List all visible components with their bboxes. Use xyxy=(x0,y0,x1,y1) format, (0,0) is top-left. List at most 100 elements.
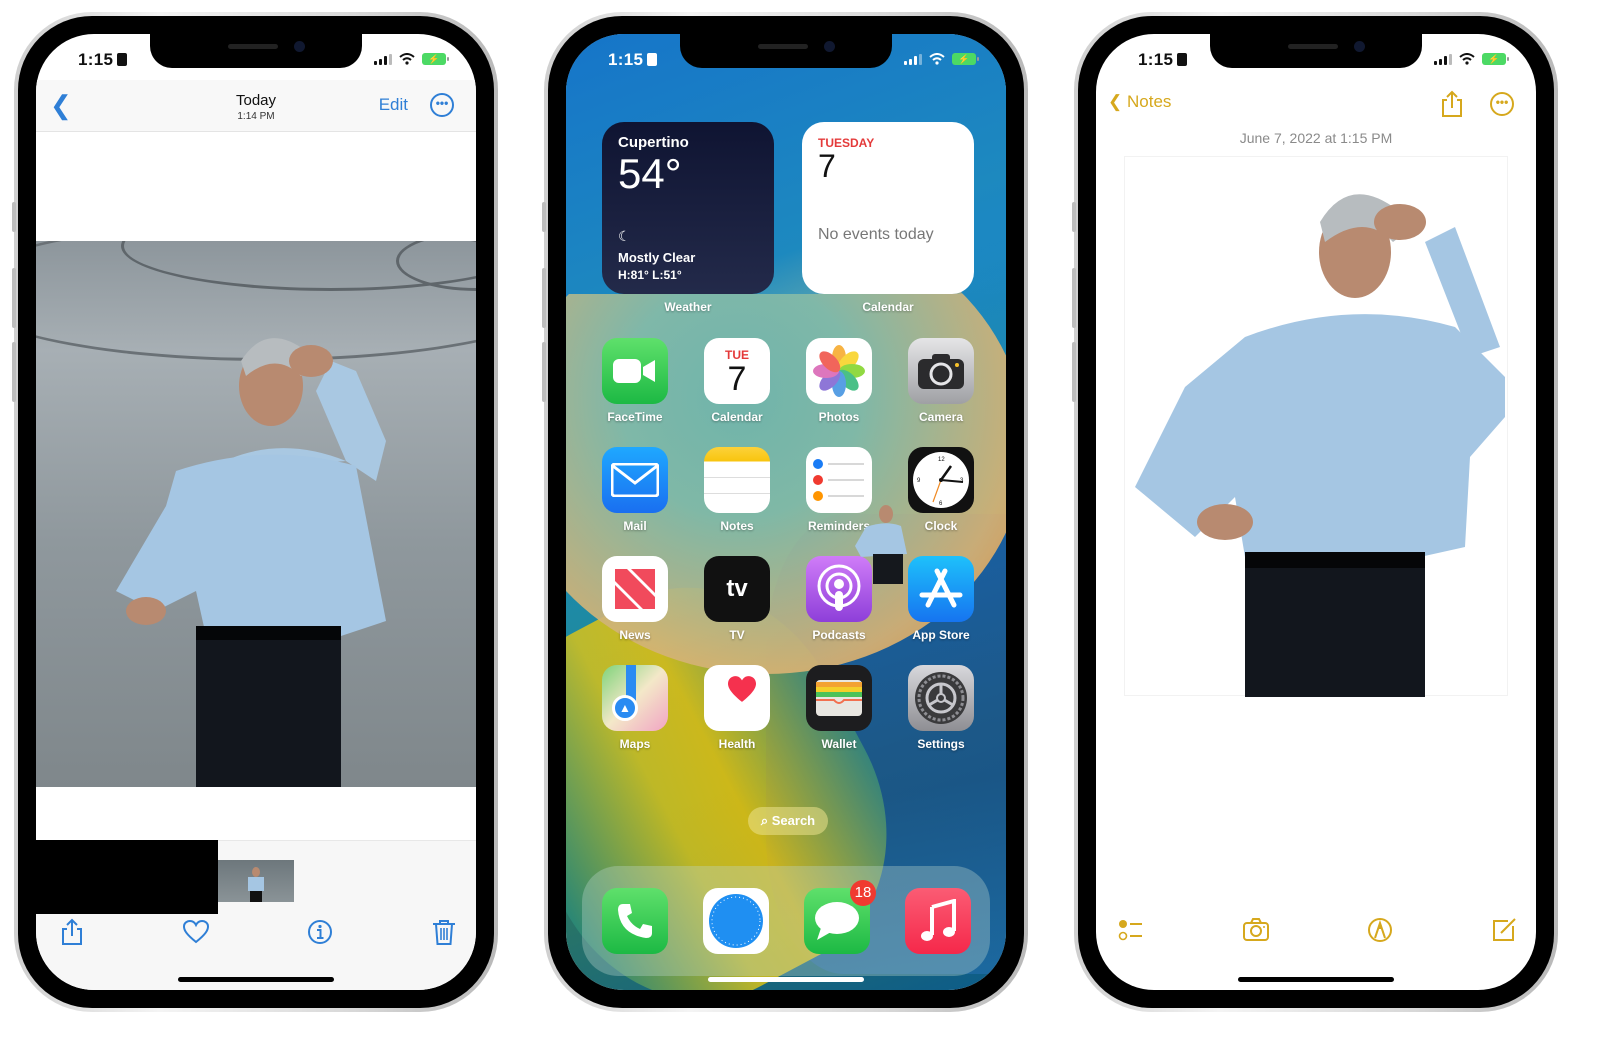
home-indicator[interactable] xyxy=(178,977,334,982)
app-podcasts[interactable]: Podcasts xyxy=(806,556,872,642)
volume-up-button xyxy=(12,268,16,328)
markup-pen-icon[interactable] xyxy=(1366,916,1394,944)
iphone-notes: 1:15 ⚡ ❮ Notes ••• June 7, 2022 at 1:15 … xyxy=(1072,12,1558,1012)
calendar-events: No events today xyxy=(818,226,934,243)
nav-title: Today xyxy=(235,92,277,109)
notch xyxy=(680,34,892,68)
wifi-icon xyxy=(929,53,945,65)
signal-icon xyxy=(1434,53,1452,65)
app-news[interactable]: News xyxy=(602,556,668,642)
wallet-icon xyxy=(806,665,872,731)
facetime-icon xyxy=(602,338,668,404)
app-wallet[interactable]: Wallet xyxy=(806,665,872,751)
trash-icon[interactable] xyxy=(430,918,458,946)
music-note-icon xyxy=(905,888,971,954)
signal-icon xyxy=(904,53,922,65)
widget-label-weather: Weather xyxy=(664,300,712,314)
widget-label-calendar: Calendar xyxy=(862,300,914,314)
notch xyxy=(150,34,362,68)
volume-up-button xyxy=(1072,268,1076,328)
ellipsis-circle-icon[interactable]: ••• xyxy=(430,93,454,117)
news-icon xyxy=(602,556,668,622)
svg-text:12: 12 xyxy=(938,457,945,463)
apple-tv-icon: tv xyxy=(704,556,770,622)
redacted-region xyxy=(36,840,218,914)
app-maps[interactable]: ▲ Maps xyxy=(602,665,668,751)
share-icon[interactable] xyxy=(1440,90,1464,118)
search-icon: ⌕ xyxy=(760,813,769,828)
camera-icon xyxy=(908,338,974,404)
camera-icon[interactable] xyxy=(1242,916,1270,944)
dock-app-messages[interactable]: 18 xyxy=(804,880,876,954)
share-icon[interactable] xyxy=(58,918,86,946)
photos-icon xyxy=(806,338,872,404)
app-health[interactable]: Health xyxy=(704,665,770,751)
settings-gear-icon xyxy=(908,665,974,731)
volume-down-button xyxy=(1072,342,1076,402)
maps-icon: ▲ xyxy=(602,665,668,731)
app-photos[interactable]: Photos xyxy=(806,338,872,424)
heart-icon[interactable] xyxy=(182,918,210,946)
navigation-bar: ❮ Today 1:14 PM Edit ••• xyxy=(36,80,476,132)
wifi-icon xyxy=(399,53,415,65)
app-mail[interactable]: Mail xyxy=(602,447,668,533)
notes-icon xyxy=(704,447,770,513)
person-figure xyxy=(1135,194,1505,697)
iphone-home-screen: 1:15 ⚡ Cupertino 54° ☾ Mostly Clear H:81… xyxy=(542,12,1028,1012)
iphone-photos: 1:15 ⚡ ❮ Today 1:14 PM Edit ••• xyxy=(12,12,498,1012)
volume-down-button xyxy=(542,342,546,402)
dock: 18 xyxy=(582,866,990,976)
status-time: 1:15 xyxy=(1138,50,1188,70)
podcasts-icon xyxy=(806,556,872,622)
focus-badge-icon xyxy=(1177,53,1188,66)
focus-badge-icon xyxy=(117,53,128,66)
battery-charging-icon: ⚡ xyxy=(1482,53,1509,65)
edit-button[interactable]: Edit xyxy=(379,95,408,115)
app-camera[interactable]: Camera xyxy=(908,338,974,424)
app-app-store[interactable]: App Store xyxy=(908,556,974,642)
notch xyxy=(1210,34,1422,68)
side-button xyxy=(12,202,16,232)
status-icons: ⚡ xyxy=(1434,53,1509,65)
clock-icon: 12 3 6 9 xyxy=(908,447,974,513)
app-store-icon xyxy=(908,556,974,622)
pasted-subject-image[interactable] xyxy=(1124,156,1508,697)
focus-badge-icon xyxy=(647,53,658,66)
status-time: 1:15 xyxy=(78,50,128,70)
info-icon[interactable] xyxy=(306,918,334,946)
dock-app-music[interactable] xyxy=(905,888,971,954)
notes-screen: 1:15 ⚡ ❮ Notes ••• June 7, 2022 at 1:15 … xyxy=(1096,34,1536,990)
app-notes[interactable]: Notes xyxy=(704,447,770,533)
photos-screen: 1:15 ⚡ ❮ Today 1:14 PM Edit ••• xyxy=(36,34,476,990)
compose-icon[interactable] xyxy=(1490,916,1518,944)
ellipsis-circle-icon[interactable]: ••• xyxy=(1490,92,1514,116)
home-indicator[interactable] xyxy=(708,977,864,982)
weather-city: Cupertino xyxy=(618,134,689,151)
volume-up-button xyxy=(542,268,546,328)
dock-app-safari[interactable] xyxy=(703,888,769,954)
app-calendar[interactable]: TUE 7 Calendar xyxy=(704,338,770,424)
home-indicator[interactable] xyxy=(1238,977,1394,982)
bezel: 1:15 ⚡ ❮ Notes ••• June 7, 2022 at 1:15 … xyxy=(1078,16,1554,1008)
app-facetime[interactable]: FaceTime xyxy=(602,338,668,424)
bezel: 1:15 ⚡ Cupertino 54° ☾ Mostly Clear H:81… xyxy=(548,16,1024,1008)
weather-temperature: 54° xyxy=(618,150,682,197)
photo-viewer-image[interactable] xyxy=(36,241,476,787)
dock-app-phone[interactable] xyxy=(602,888,668,954)
back-to-notes-button[interactable]: ❮ Notes xyxy=(1108,92,1171,112)
app-clock[interactable]: 12 3 6 9 Clock xyxy=(908,447,974,533)
app-settings[interactable]: Settings xyxy=(908,665,974,751)
calendar-day: TUESDAY xyxy=(818,136,875,150)
calendar-icon: TUE 7 xyxy=(704,338,770,404)
photo-thumbnail[interactable] xyxy=(218,860,294,902)
mail-icon xyxy=(602,447,668,513)
weather-widget[interactable]: Cupertino 54° ☾ Mostly Clear H:81° L:51° xyxy=(602,122,774,294)
calendar-widget[interactable]: TUESDAY 7 No events today xyxy=(802,122,974,294)
weather-condition: Mostly Clear xyxy=(618,250,696,265)
app-tv[interactable]: tv TV xyxy=(704,556,770,642)
spotlight-search-button[interactable]: ⌕ Search xyxy=(748,807,828,835)
status-icons: ⚡ xyxy=(374,53,449,65)
checklist-icon[interactable] xyxy=(1118,916,1146,944)
side-button xyxy=(542,202,546,232)
home-screen: 1:15 ⚡ Cupertino 54° ☾ Mostly Clear H:81… xyxy=(566,34,1006,990)
